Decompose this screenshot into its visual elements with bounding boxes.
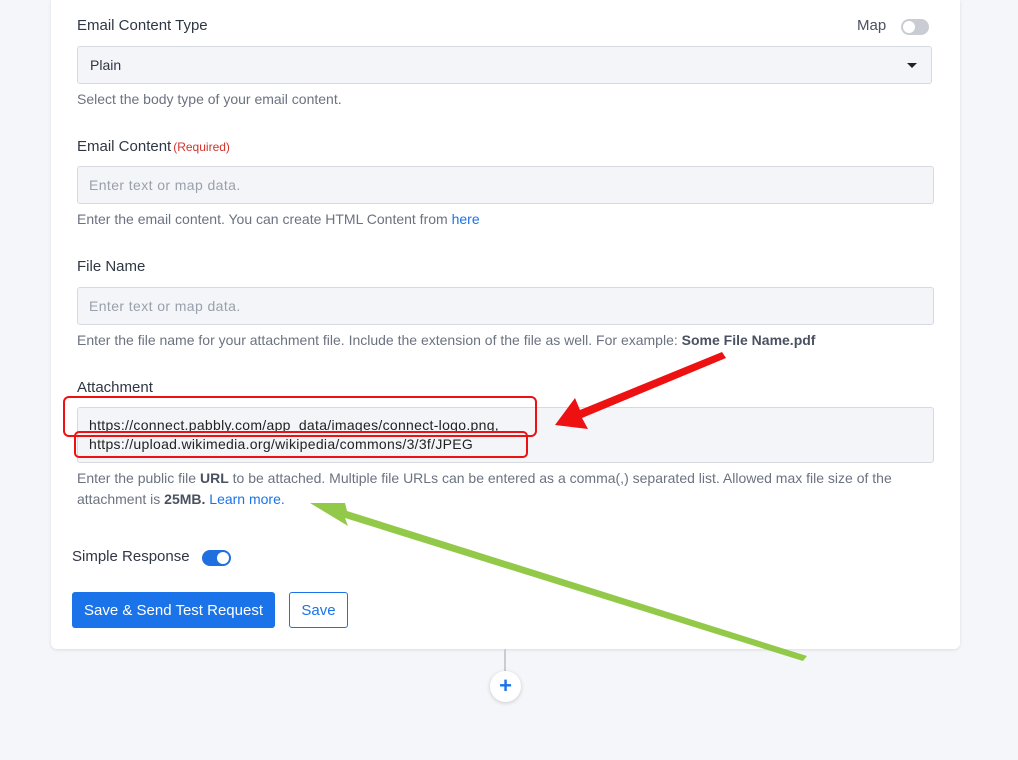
email-content-input[interactable] — [77, 166, 934, 204]
save-send-test-button[interactable]: Save & Send Test Request — [72, 592, 275, 628]
file-name-example: Some File Name.pdf — [681, 332, 816, 348]
file-name-label: File Name — [77, 258, 146, 275]
save-button[interactable]: Save — [289, 592, 348, 628]
plus-icon: + — [499, 673, 512, 698]
required-badge: (Required) — [173, 140, 230, 154]
simple-response-label: Simple Response — [72, 548, 190, 565]
email-content-label: Email Content (Required) — [77, 138, 230, 155]
file-name-help-text: Enter the file name for your attachment … — [77, 332, 682, 348]
map-toggle-label: Map — [857, 17, 887, 34]
attachment-url-1: https://connect.pabbly.com/app_data/imag… — [89, 417, 499, 433]
add-step-button[interactable]: + — [490, 671, 521, 702]
file-name-help: Enter the file name for your attachment … — [77, 330, 815, 351]
file-name-input[interactable] — [77, 287, 934, 325]
page: Email Content Type Map Plain Select the … — [0, 0, 1018, 760]
attachment-input[interactable]: https://connect.pabbly.com/app_data/imag… — [77, 407, 934, 463]
caret-down-icon — [907, 63, 917, 68]
email-content-type-select[interactable]: Plain — [77, 46, 932, 84]
html-content-link[interactable]: here — [452, 211, 480, 227]
email-content-type-help: Select the body type of your email conte… — [77, 91, 342, 107]
step-connector-line — [504, 649, 506, 671]
toggle-knob — [217, 552, 229, 564]
attachment-label: Attachment — [77, 379, 153, 396]
simple-response-toggle[interactable] — [202, 550, 231, 566]
map-toggle[interactable] — [901, 19, 929, 35]
learn-more-link[interactable]: Learn more. — [209, 491, 284, 507]
email-content-help: Enter the email content. You can create … — [77, 209, 480, 230]
email-content-help-text: Enter the email content. You can create … — [77, 211, 452, 227]
attachment-help-size: 25MB. — [164, 491, 206, 507]
email-content-label-text: Email Content — [77, 138, 172, 155]
email-content-type-label: Email Content Type — [77, 17, 208, 34]
attachment-url-2: https://upload.wikimedia.org/wikipedia/c… — [89, 436, 474, 452]
attachment-help: Enter the public file URL to be attached… — [77, 468, 927, 510]
attachment-help-url: URL — [199, 470, 229, 486]
attachment-help-a: Enter the public file — [77, 470, 200, 486]
selected-value: Plain — [90, 57, 122, 73]
toggle-knob — [903, 21, 915, 33]
